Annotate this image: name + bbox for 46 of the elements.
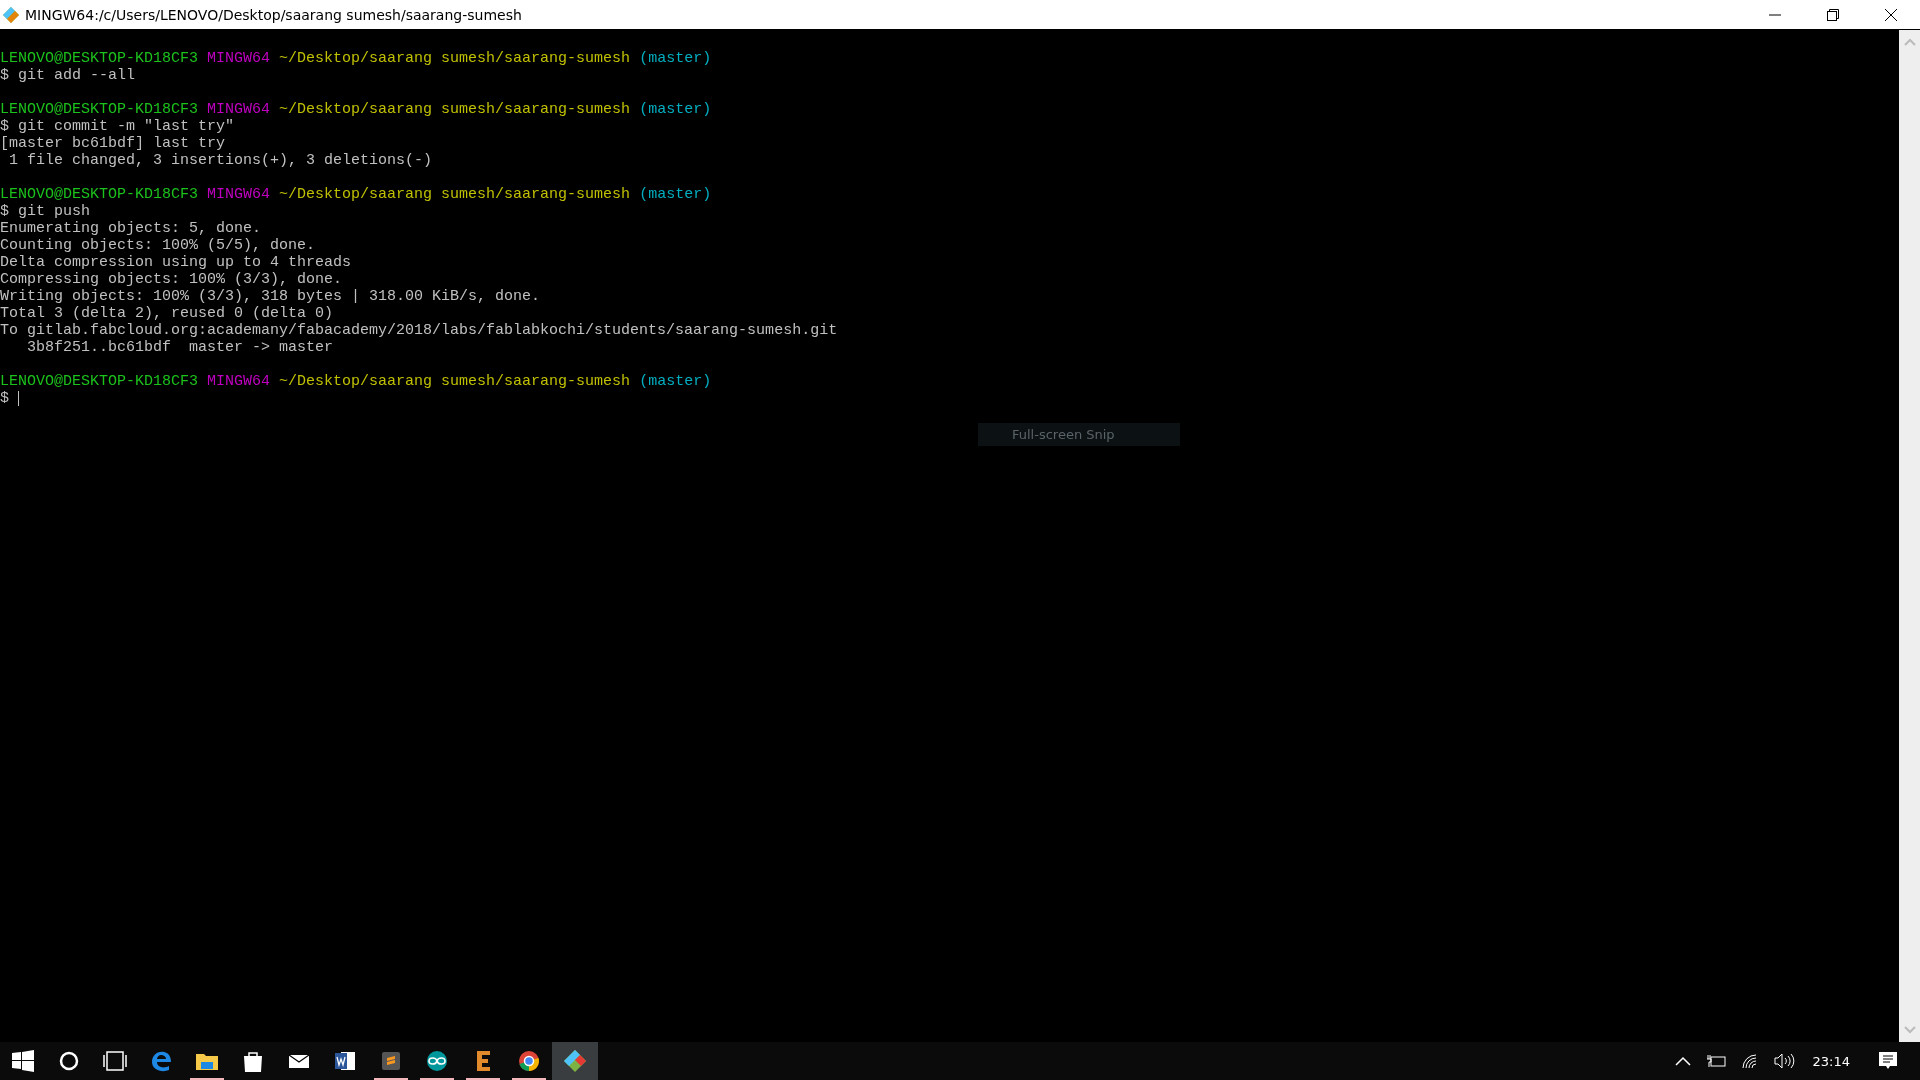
- prompt-shell: MINGW64: [207, 101, 271, 118]
- diamond-icon: [3, 6, 19, 23]
- prompt-branch: (master): [639, 373, 712, 390]
- output-line: Counting objects: 100% (5/5), done.: [0, 237, 316, 254]
- command-line: $: [0, 390, 9, 407]
- prompt-user: LENOVO@DESKTOP-KD18CF3: [0, 186, 199, 203]
- browser-circle-icon: [516, 1048, 542, 1074]
- prompt-branch: (master): [639, 186, 712, 203]
- prompt-path: ~/Desktop/saarang sumesh/saarang-sumesh: [279, 186, 631, 203]
- output-line: Delta compression using up to 4 threads: [0, 254, 352, 271]
- task-view-icon: [102, 1048, 128, 1074]
- output-line: [master bc61bdf] last try: [0, 135, 226, 152]
- prompt-path: ~/Desktop/saarang sumesh/saarang-sumesh: [279, 373, 631, 390]
- close-icon: [1885, 8, 1897, 21]
- speaker-icon[interactable]: [1772, 1053, 1795, 1069]
- window-title: MINGW64:/c/Users/LENOVO/Desktop/saarang sumesh/saarang-sumesh: [25, 6, 523, 23]
- battery-icon[interactable]: [1704, 1054, 1727, 1068]
- command-line: $ git push: [0, 203, 90, 220]
- prompt-shell: MINGW64: [207, 50, 271, 67]
- diamond-icon: [562, 1048, 588, 1074]
- prompt-shell: MINGW64: [207, 373, 271, 390]
- output-line: Enumerating objects: 5, done.: [0, 220, 262, 237]
- windows-logo-icon: [10, 1048, 36, 1074]
- prompt-path: ~/Desktop/saarang sumesh/saarang-sumesh: [279, 101, 631, 118]
- wifi-icon[interactable]: [1740, 1053, 1759, 1069]
- notification-icon[interactable]: [1878, 1051, 1898, 1071]
- output-line: 3b8f251..bc61bdf master -> master: [26, 339, 334, 356]
- output-line: To gitlab.fabcloud.org:academany/fabacademy/2018/labs/fablabkochi/students/saarang-sumesh.git: [0, 322, 838, 339]
- clock-time[interactable]: 23:14: [1812, 1053, 1850, 1069]
- prompt-user: LENOVO@DESKTOP-KD18CF3: [0, 373, 199, 390]
- prompt-branch: (master): [639, 101, 712, 118]
- prompt-path: ~/Desktop/saarang sumesh/saarang-sumesh: [279, 50, 631, 67]
- prompt-shell: MINGW64: [207, 186, 271, 203]
- command-line: $ git add --all: [0, 67, 136, 84]
- tooltip: Full-screen Snip: [978, 423, 1180, 446]
- output-line: Total 3 (delta 2), reused 0 (delta 0): [0, 305, 334, 322]
- infinity-icon: [424, 1048, 450, 1074]
- prompt-user: LENOVO@DESKTOP-KD18CF3: [0, 50, 199, 67]
- chevron-up-icon[interactable]: [1674, 1056, 1691, 1066]
- restore-icon: [1827, 8, 1839, 21]
- output-line: Compressing objects: 100% (3/3), done.: [0, 271, 343, 288]
- output-line: Writing objects: 100% (3/3), 318 bytes | 318.00 KiB/s, done.: [0, 288, 541, 305]
- command-line: $ git commit -m "last try": [0, 118, 235, 135]
- prompt-branch: (master): [639, 50, 712, 67]
- output-line: 1 file changed, 3 insertions(+), 3 deletions(-): [8, 152, 433, 169]
- prompt-user: LENOVO@DESKTOP-KD18CF3: [0, 101, 199, 118]
